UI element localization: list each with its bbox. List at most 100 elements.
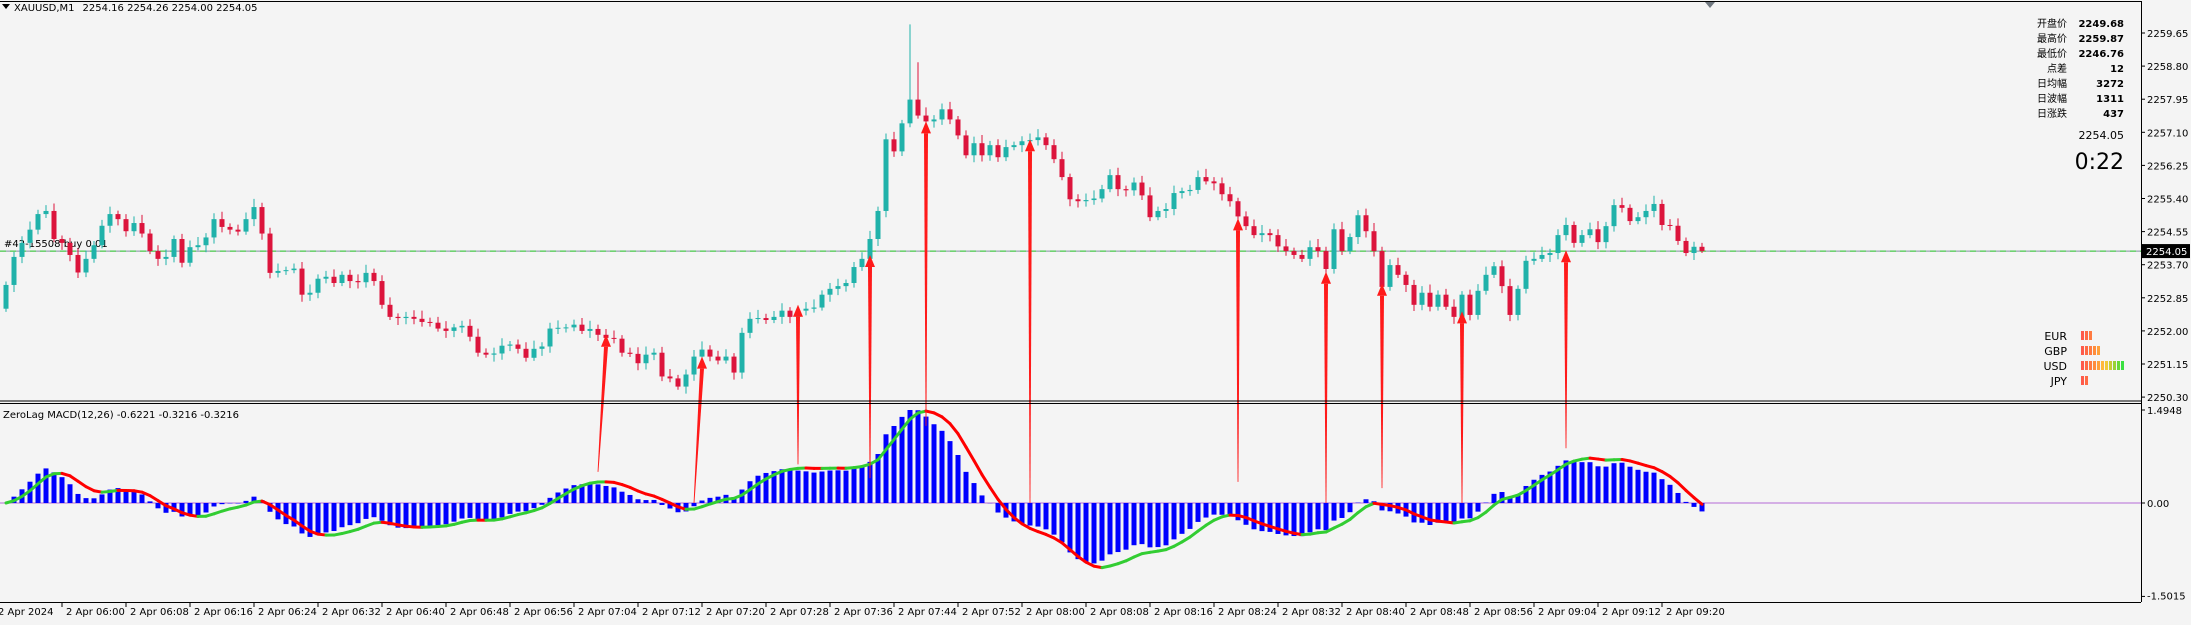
candle-body <box>1275 235 1281 247</box>
strength-bar <box>2093 346 2096 355</box>
candle <box>1331 223 1337 274</box>
macd-histogram-bar <box>1107 503 1113 555</box>
candle-body <box>1291 251 1297 255</box>
candle-body <box>643 354 649 364</box>
bar-countdown: 0:22 <box>2075 150 2124 175</box>
candle-body <box>3 284 9 309</box>
candle-body <box>1307 247 1313 259</box>
macd-histogram-bar <box>459 503 465 519</box>
candle-body <box>883 139 889 211</box>
macd-histogram-bar <box>611 487 617 503</box>
strength-bar <box>2081 346 2084 355</box>
candle-body <box>899 123 905 152</box>
time-tick-label: 2 Apr 09:04 <box>1538 607 1597 618</box>
candle-body <box>843 283 849 287</box>
candle-body <box>99 225 105 246</box>
candle-body <box>683 374 689 387</box>
candle-body <box>763 318 769 320</box>
currency-label: GBP <box>2044 345 2067 358</box>
trading-chart[interactable]: #42-15508 buy 0.01 ZeroLag MACD(12,26) -… <box>0 0 2191 625</box>
info-value: 2249.68 <box>2078 19 2124 30</box>
info-value: 1311 <box>2096 94 2124 105</box>
candle-body <box>59 238 65 243</box>
macd-histogram-bar <box>843 470 849 503</box>
candle-body <box>1347 237 1353 252</box>
candle-body <box>1267 233 1273 236</box>
candle-body <box>1435 294 1441 307</box>
candle-body <box>203 237 209 246</box>
candle-body <box>1483 274 1489 291</box>
macd-histogram-bar <box>603 485 609 503</box>
time-tick-label: 2 Apr 06:56 <box>514 607 573 618</box>
candle-body <box>1419 292 1425 305</box>
candle-body <box>451 327 457 331</box>
strength-bar <box>2097 361 2100 370</box>
candle-body <box>811 307 817 309</box>
candle-body <box>315 278 321 293</box>
time-tick-label: 2 Apr 08:00 <box>1026 607 1085 618</box>
candle <box>267 227 273 279</box>
candle-body <box>1139 182 1145 196</box>
candle-body <box>659 352 665 377</box>
macd-histogram-bar <box>1131 503 1137 546</box>
candle-body <box>891 139 897 152</box>
candle-body <box>1547 253 1553 255</box>
candle-body <box>1299 254 1305 259</box>
macd-histogram-bar <box>331 503 337 532</box>
candle-body <box>419 318 425 322</box>
macd-histogram-bar <box>1115 503 1121 553</box>
candle-body <box>1331 229 1337 269</box>
candle-body <box>1091 198 1097 201</box>
candle-body <box>307 292 313 295</box>
candle-body <box>1683 240 1689 254</box>
candle-body <box>1395 265 1401 275</box>
macd-histogram-bar <box>827 470 833 503</box>
strength-bar <box>2085 331 2088 340</box>
candle-body <box>627 352 633 354</box>
candle <box>3 281 9 312</box>
macd-histogram-bar <box>1587 462 1593 503</box>
macd-histogram-bar <box>1331 503 1337 521</box>
candle-body <box>291 268 297 271</box>
macd-histogram-bar <box>1235 503 1241 521</box>
candle-body <box>595 328 601 335</box>
strength-bar <box>2085 361 2088 370</box>
macd-histogram-bar <box>651 499 657 503</box>
candle-body <box>179 238 185 263</box>
macd-histogram-bar <box>619 491 625 503</box>
info-label: 最低价 <box>2037 47 2067 60</box>
macd-histogram-bar <box>203 503 209 513</box>
time-tick-label: 2 Apr 07:52 <box>962 607 1021 618</box>
candle-body <box>539 346 545 349</box>
candle-body <box>259 207 265 234</box>
candle-body <box>1443 294 1449 307</box>
macd-histogram-bar <box>1675 492 1681 503</box>
candle-body <box>635 353 641 364</box>
macd-histogram-bar <box>1307 503 1313 533</box>
candle-body <box>851 267 857 284</box>
macd-histogram-bar <box>1347 503 1353 513</box>
candle-body <box>715 356 721 361</box>
candle-body <box>779 310 785 317</box>
macd-histogram-bar <box>507 503 513 514</box>
macd-histogram-bar <box>43 468 49 503</box>
time-tick-label: 2 Apr 07:44 <box>898 607 957 618</box>
strength-bar <box>2105 361 2108 370</box>
strength-bar <box>2081 361 2084 370</box>
candle-body <box>411 316 417 319</box>
macd-histogram-bar <box>443 503 449 525</box>
info-label: 最高价 <box>2037 32 2067 45</box>
candle-body <box>859 258 865 268</box>
candle-body <box>1587 229 1593 236</box>
macd-histogram-bar <box>1475 503 1481 512</box>
strength-bar <box>2089 331 2092 340</box>
time-tick-label: 2 Apr 06:08 <box>130 607 189 618</box>
candle-body <box>323 276 329 279</box>
bid-price: 2254.05 <box>2079 129 2125 142</box>
candle-body <box>1075 199 1081 202</box>
candle-body <box>107 214 113 226</box>
macd-histogram-bar <box>83 498 89 503</box>
price-tick-label: 2257.95 <box>2147 95 2188 106</box>
macd-histogram-bar <box>859 466 865 503</box>
macd-histogram-bar <box>139 494 145 503</box>
